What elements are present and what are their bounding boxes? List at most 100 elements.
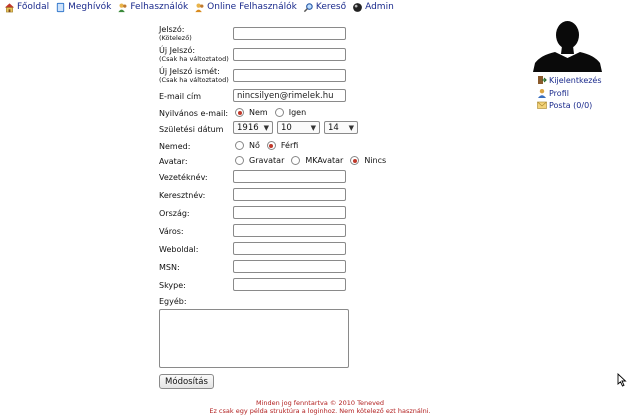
avatar-mkavatar[interactable]: MKAvatar	[291, 156, 343, 165]
birth-month-value: 10	[281, 123, 292, 133]
radio-male[interactable]	[266, 141, 276, 150]
profile-link[interactable]: Profil	[537, 88, 569, 98]
nav-search-label: Kereső	[315, 2, 347, 12]
other-textarea[interactable]	[159, 309, 349, 368]
book-icon	[56, 2, 65, 12]
logout-icon	[538, 76, 547, 84]
radio-female[interactable]	[235, 141, 244, 150]
email-label: E-mail cím	[159, 92, 202, 101]
skype-label: Skype:	[159, 281, 186, 290]
firstname-input[interactable]	[233, 188, 346, 201]
avatar-gravatar-label: Gravatar	[249, 156, 285, 165]
public-email-radios: Nem Igen	[235, 108, 313, 117]
password-input[interactable]	[233, 27, 346, 40]
public-email-no[interactable]: Nem	[235, 108, 268, 117]
nav-admin-label: Admin	[365, 2, 394, 12]
radio-none[interactable]	[350, 156, 360, 165]
submit-button[interactable]: Módosítás	[159, 374, 214, 389]
footer-note: Ez csak egy példa struktúra a loginhoz. …	[209, 407, 431, 415]
new-password-again-label: Új Jelszó ismét: (Csak ha változtatod)	[159, 67, 229, 84]
user-silhouette-icon	[533, 21, 602, 72]
nav-users[interactable]: Felhasználók	[117, 2, 188, 13]
website-input[interactable]	[233, 242, 346, 255]
country-label: Ország:	[159, 209, 190, 218]
new-password-note: (Csak ha változtatod)	[159, 55, 229, 63]
footer-copyright: Minden jog fenntartva © 2010 Teneved	[255, 399, 385, 407]
avatar-none[interactable]: Nincs	[350, 156, 386, 165]
top-navigation: Főoldal Meghívók Felhasználók Online Fel…	[4, 0, 400, 14]
admin-icon	[353, 2, 362, 12]
firstname-label: Keresztnév:	[159, 191, 206, 200]
country-input[interactable]	[233, 206, 346, 219]
gender-female-label: Nő	[249, 141, 260, 150]
gender-male-label: Férfi	[280, 141, 299, 150]
search-icon	[303, 2, 313, 12]
radio-gravatar[interactable]	[235, 156, 244, 165]
msn-input[interactable]	[233, 260, 346, 273]
radio-mkavatar[interactable]	[291, 156, 301, 165]
password-label-text: Jelszó:	[159, 25, 185, 34]
msn-label: MSN:	[159, 263, 180, 272]
password-label: Jelszó: (Kötelező)	[159, 25, 192, 42]
mouse-cursor-icon	[617, 373, 627, 387]
users-online-icon	[195, 3, 204, 12]
mail-icon	[537, 101, 547, 109]
city-input[interactable]	[233, 224, 346, 237]
lastname-label: Vezetéknév:	[159, 173, 208, 182]
users-icon	[118, 3, 127, 12]
chevron-down-icon: ▼	[348, 124, 354, 132]
new-password-again-input[interactable]	[233, 69, 346, 82]
new-password-label: Új Jelszó: (Csak ha változtatod)	[159, 46, 229, 63]
radio-no[interactable]	[235, 108, 244, 117]
new-password-label-text: Új Jelszó:	[159, 46, 196, 55]
nav-search[interactable]: Kereső	[303, 2, 346, 13]
chevron-down-icon: ▼	[310, 124, 316, 132]
mail-link[interactable]: Posta (0/0)	[537, 100, 592, 110]
nav-invitations-label: Meghívók	[68, 2, 112, 12]
public-email-no-label: Nem	[249, 108, 268, 117]
new-password-again-note: (Csak ha változtatod)	[159, 76, 229, 84]
gender-female[interactable]: Nő	[235, 141, 260, 150]
password-note: (Kötelező)	[159, 34, 192, 42]
avatar-label: Avatar:	[159, 157, 188, 166]
public-email-yes[interactable]: Igen	[274, 108, 307, 117]
birth-month-select[interactable]: 10 ▼	[277, 121, 320, 134]
email-input[interactable]: nincsilyen@rimelek.hu	[233, 89, 346, 102]
avatar-mkavatar-label: MKAvatar	[305, 156, 344, 165]
public-email-label: Nyilvános e-mail:	[159, 109, 229, 118]
gender-male[interactable]: Férfi	[266, 141, 299, 150]
lastname-input[interactable]	[233, 170, 346, 183]
nav-home-label: Főoldal	[17, 2, 50, 12]
nav-invitations[interactable]: Meghívók	[55, 2, 111, 13]
birth-date-label: Születési dátum	[159, 125, 224, 134]
gender-label: Nemed:	[159, 142, 191, 151]
city-label: Város:	[159, 227, 184, 236]
gender-radios: Nő Férfi	[235, 141, 305, 150]
nav-admin[interactable]: Admin	[352, 2, 394, 13]
logout-label: Kijelentkezés	[549, 75, 602, 85]
nav-home[interactable]: Főoldal	[4, 2, 49, 13]
mail-label: Posta (0/0)	[549, 100, 593, 110]
other-label: Egyéb:	[159, 297, 187, 306]
new-password-again-label-text: Új Jelszó ismét:	[159, 67, 220, 76]
avatar-none-label: Nincs	[364, 156, 387, 165]
avatar-image	[533, 13, 602, 72]
nav-users-label: Felhasználók	[130, 2, 189, 12]
birth-day-select[interactable]: 14 ▼	[324, 121, 358, 134]
logout-link[interactable]: Kijelentkezés	[537, 75, 602, 85]
nav-online-users-label: Online Felhasználók	[207, 2, 297, 12]
avatar-gravatar[interactable]: Gravatar	[235, 156, 284, 165]
nav-online-users[interactable]: Online Felhasználók	[194, 2, 297, 13]
skype-input[interactable]	[233, 278, 346, 291]
profile-icon	[538, 89, 546, 98]
public-email-yes-label: Igen	[288, 108, 307, 117]
website-label: Weboldal:	[159, 245, 199, 254]
new-password-input[interactable]	[233, 48, 346, 61]
profile-label: Profil	[549, 88, 569, 98]
avatar-radios: Gravatar MKAvatar Nincs	[235, 156, 393, 165]
birth-year-value: 1916	[237, 123, 259, 133]
chevron-down-icon: ▼	[263, 124, 269, 132]
birth-day-value: 14	[328, 123, 339, 133]
birth-year-select[interactable]: 1916 ▼	[233, 121, 273, 134]
radio-yes[interactable]	[274, 108, 284, 117]
